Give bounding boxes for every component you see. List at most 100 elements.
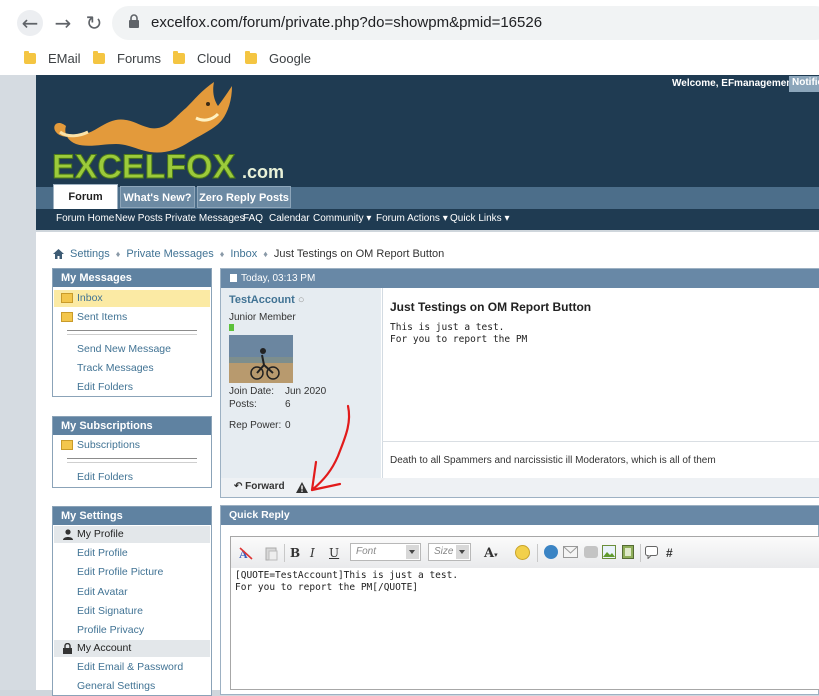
nav-forum-home[interactable]: Forum Home [56,213,114,224]
divider [67,330,197,335]
home-icon[interactable] [53,249,64,259]
my-profile-heading: My Profile [77,528,124,540]
url-text[interactable]: excelfox.com/forum/private.php?do=showpm… [151,14,542,31]
size-select[interactable]: Size [428,543,471,561]
remove-format-icon[interactable]: A [238,546,254,561]
nav-private-messages[interactable]: Private Messages [165,213,244,224]
user-avatar[interactable] [229,335,293,383]
breadcrumb: Settings ♦ Private Messages ♦ Inbox ♦ Ju… [53,248,444,260]
font-select[interactable]: Font [350,543,421,561]
my-account-heading: My Account [77,642,132,654]
smiley-icon[interactable] [515,545,530,560]
divider [67,458,197,463]
rep-power-value: 0 [285,420,291,431]
my-subscriptions-header: My Subscriptions [53,417,211,435]
toolbar-separator [640,544,641,562]
chevron-down-icon [456,545,469,559]
nav-calendar[interactable]: Calendar [269,213,310,224]
sidebar-item-subscriptions[interactable]: Subscriptions [60,439,140,451]
nav-forum-actions[interactable]: Forum Actions ▾ [376,213,448,224]
sidebar-item-edit-email-password[interactable]: Edit Email & Password [77,661,183,673]
join-date-value: Jun 2020 [285,386,327,397]
caret-down-icon: ▾ [494,550,498,559]
breadcrumb-settings[interactable]: Settings [70,248,110,260]
bold-button[interactable]: B [290,546,300,561]
text-color-button[interactable]: A▾ [484,546,498,561]
sidebar-item-sent-items[interactable]: Sent Items [60,311,127,323]
message-header: Today, 03:13 PM [221,269,819,288]
sidebar-item-edit-folders[interactable]: Edit Folders [77,381,133,393]
breadcrumb-separator-icon: ♦ [115,249,121,259]
forward-label: Forward [245,481,285,492]
bookmark-google[interactable]: Google [245,49,311,67]
reply-text-line1: [QUOTE=TestAccount]This is just a test. [235,570,459,581]
folder-icon [93,50,105,64]
code-hash-button[interactable]: # [666,546,673,561]
nav-faq[interactable]: FAQ [243,213,263,224]
notifications-button[interactable]: Notific [789,76,819,92]
bookmark-forums[interactable]: Forums [93,49,161,67]
unlink-icon[interactable] [584,546,598,558]
bookmark-email[interactable]: EMail [24,49,81,67]
back-button[interactable]: ← [17,10,43,36]
insert-image-icon[interactable] [602,545,616,559]
reload-button[interactable]: ↻ [81,10,107,36]
nav-community-label: Community [313,213,364,224]
message-title: Just Testings on OM Report Button [390,300,592,314]
tab-forum[interactable]: Forum [53,184,118,210]
paste-icon[interactable] [264,546,279,561]
breadcrumb-inbox[interactable]: Inbox [230,248,257,260]
my-messages-header: My Messages [53,269,211,287]
reputation-bar [229,324,234,331]
sidebar-item-inbox[interactable]: Inbox [61,292,103,304]
sidebar-item-edit-avatar[interactable]: Edit Avatar [77,586,128,598]
sidebar-item-send-new-message[interactable]: Send New Message [77,343,171,355]
tab-zero-reply-posts[interactable]: Zero Reply Posts [197,186,291,208]
link-icon[interactable] [544,545,558,559]
nav-forum-actions-label: Forum Actions [376,213,440,224]
sidebar-item-edit-signature[interactable]: Edit Signature [77,605,143,617]
email-link-icon[interactable] [563,546,578,558]
signature-divider [382,441,819,442]
sidebar-item-edit-profile-picture[interactable]: Edit Profile Picture [77,566,163,578]
size-select-placeholder: Size [434,546,454,557]
insert-video-icon[interactable] [622,545,634,559]
bookmark-cloud[interactable]: Cloud [173,49,231,67]
sidebar-item-edit-folders-subs[interactable]: Edit Folders [77,471,133,483]
caret-down-icon: ▾ [366,213,372,224]
posts-value: 6 [285,399,291,410]
excelfox-logo[interactable]: EXCELFOX .com [46,78,306,188]
nav-new-posts[interactable]: New Posts [115,213,163,224]
message-text-line1: This is just a test. [390,322,505,333]
sidebar-item-edit-profile[interactable]: Edit Profile [77,547,128,559]
offline-status-icon: ○ [297,294,305,306]
page-margin [0,75,36,690]
italic-button[interactable]: I [310,546,315,561]
tab-whats-new[interactable]: What's New? [120,186,195,208]
nav-quick-links[interactable]: Quick Links ▾ [450,213,510,224]
lock-icon [129,14,139,28]
quote-icon[interactable] [645,546,658,559]
quick-reply-header: Quick Reply [221,506,819,525]
username-text: TestAccount [229,294,295,306]
bookmark-label: EMail [48,50,81,66]
nav-community[interactable]: Community ▾ [313,213,371,224]
sidebar-item-general-settings[interactable]: General Settings [77,680,155,692]
forward-button[interactable]: ↶ Forward [234,481,285,492]
username-link[interactable]: TestAccount ○ [229,294,305,306]
bookmark-label: Forums [117,50,162,66]
underline-button[interactable]: U [329,546,339,561]
post-icon [230,274,237,282]
forward-nav-button[interactable]: → [50,10,76,36]
folder-icon [24,50,36,64]
sidebar-item-profile-privacy[interactable]: Profile Privacy [77,624,144,636]
rep-power-label: Rep Power: [229,420,282,431]
breadcrumb-private-messages[interactable]: Private Messages [126,248,213,260]
join-date-label: Join Date: [229,386,275,397]
quick-reply-textarea[interactable]: [QUOTE=TestAccount]This is just a test. F… [235,570,458,594]
sidebar-item-track-messages[interactable]: Track Messages [77,362,154,374]
signature-text: Death to all Spammers and narcissistic i… [390,455,716,466]
bookmark-label: Google [269,50,311,66]
welcome-text: Welcome, EFmanagement [672,78,796,89]
breadcrumb-separator-icon: ♦ [263,249,268,259]
